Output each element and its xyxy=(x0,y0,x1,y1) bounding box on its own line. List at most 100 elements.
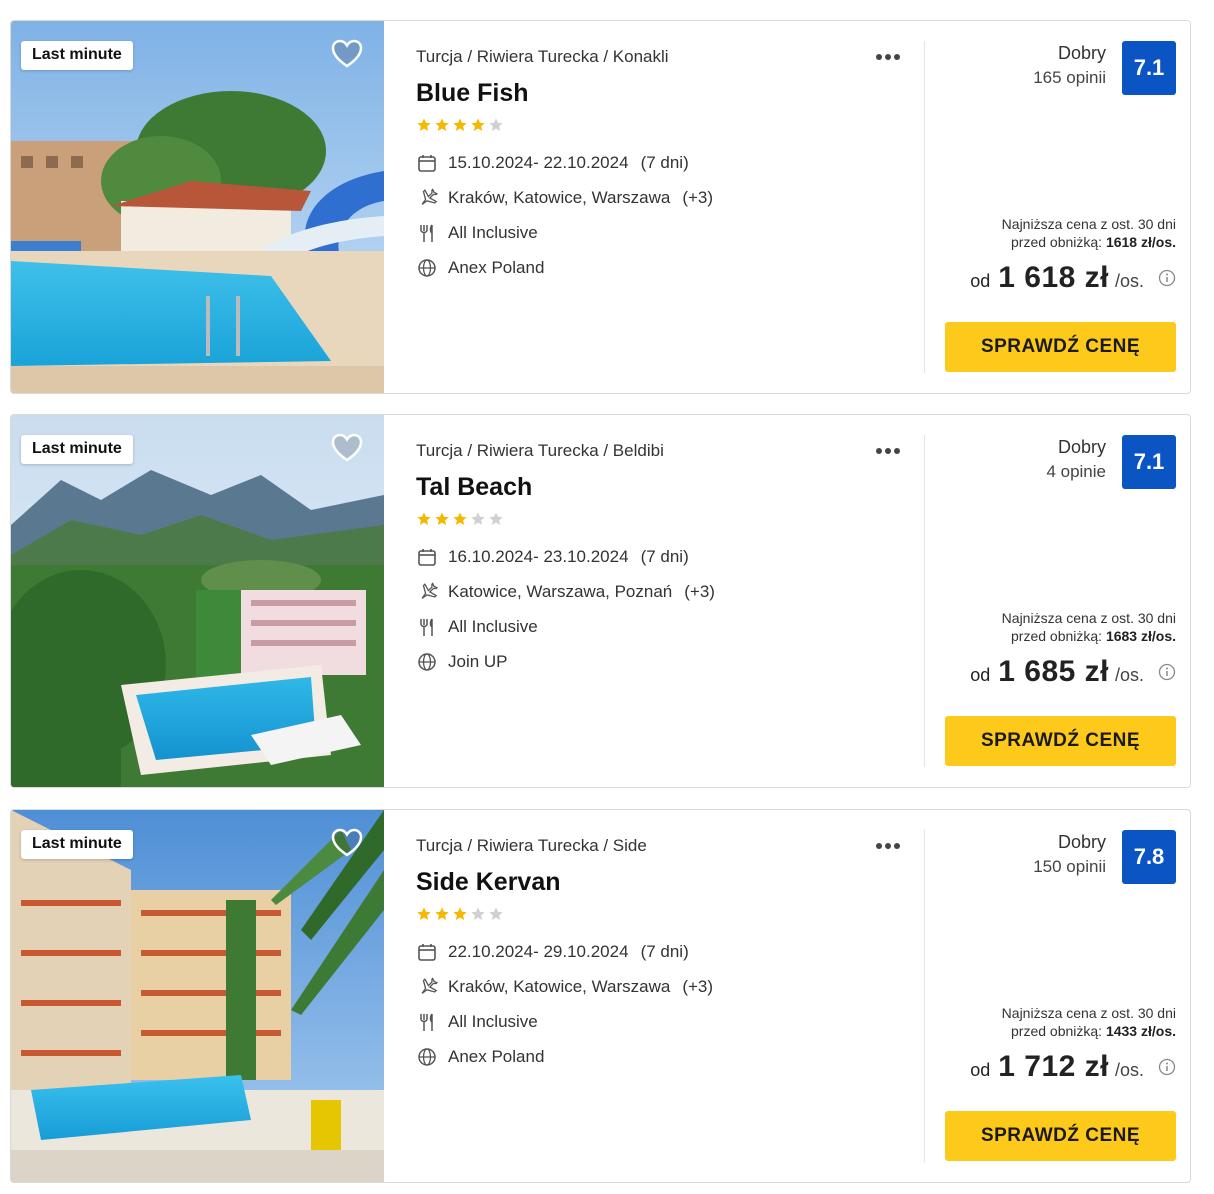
price-panel: Dobry 4 opinie 7.1 Najniższa cena z ost.… xyxy=(941,415,1176,787)
check-price-button[interactable]: SPRAWDŹ CENĘ xyxy=(945,322,1176,372)
rating-label: Dobry xyxy=(1057,43,1106,63)
star-icon xyxy=(453,512,467,525)
operator-row: Anex Poland xyxy=(416,1045,544,1069)
offer-card[interactable]: Last minute Turcja / Riwiera Turecka / S… xyxy=(10,809,1191,1183)
offer-info: Turcja / Riwiera Turecka / Konakli Blue … xyxy=(416,21,926,393)
departure-cities: Kraków, Katowice, Warszawa xyxy=(448,188,671,207)
lowest-price-value: 1683 zł/os. xyxy=(1105,628,1176,644)
favorite-heart-icon[interactable] xyxy=(331,433,363,463)
price-prefix: od xyxy=(970,665,991,685)
departures-row: Kraków, Katowice, Warszawa (+3) xyxy=(416,186,713,210)
location-breadcrumb[interactable]: Turcja / Riwiera Turecka / Side xyxy=(416,836,647,856)
hotel-photo[interactable]: Last minute xyxy=(11,810,384,1182)
hotel-stars xyxy=(416,906,506,922)
calendar-icon xyxy=(418,155,436,172)
star-icon xyxy=(489,512,503,525)
info-icon[interactable] xyxy=(1158,663,1176,681)
calendar-icon xyxy=(418,549,436,566)
more-options-icon[interactable] xyxy=(876,441,908,461)
lowest-price-prefix: przed obniżką: xyxy=(1011,1023,1103,1039)
info-icon[interactable] xyxy=(1158,1058,1176,1076)
operator-row: Anex Poland xyxy=(416,256,544,280)
lowest-price-note: Najniższa cena z ost. 30 dni przed obniż… xyxy=(1002,609,1176,645)
offer-card[interactable]: Last minute Turcja / Riwiera Turecka / B… xyxy=(10,414,1191,788)
more-departures[interactable]: (+3) xyxy=(684,582,715,602)
reviews-count[interactable]: 150 opinii xyxy=(1033,857,1106,877)
star-icon xyxy=(471,118,485,131)
price-prefix: od xyxy=(970,1060,991,1080)
star-icon xyxy=(489,907,503,920)
star-icon xyxy=(435,907,449,920)
more-departures[interactable]: (+3) xyxy=(682,188,713,208)
last-minute-badge: Last minute xyxy=(21,41,133,70)
more-options-icon[interactable] xyxy=(876,47,908,67)
price-amount: 1 685 zł xyxy=(998,655,1109,688)
hotel-name[interactable]: Tal Beach xyxy=(416,473,532,502)
lowest-price-value: 1433 zł/os. xyxy=(1105,1023,1176,1039)
price-prefix: od xyxy=(970,271,991,291)
offer-card[interactable]: Last minute Turcja / Riwiera Turecka / K… xyxy=(10,20,1191,394)
divider xyxy=(924,435,925,767)
hotel-name[interactable]: Blue Fish xyxy=(416,79,529,108)
price-amount: 1 712 zł xyxy=(998,1050,1109,1083)
last-minute-badge: Last minute xyxy=(21,435,133,464)
hotel-stars xyxy=(416,117,506,133)
last-minute-badge: Last minute xyxy=(21,830,133,859)
hotel-stars xyxy=(416,511,506,527)
hotel-photo[interactable]: Last minute xyxy=(11,415,384,787)
info-icon[interactable] xyxy=(1158,269,1176,287)
departure-cities: Kraków, Katowice, Warszawa xyxy=(448,977,671,996)
star-icon xyxy=(453,118,467,131)
board-row: All Inclusive xyxy=(416,221,538,245)
star-icon xyxy=(471,512,485,525)
dates-row: 15.10.2024- 22.10.2024 (7 dni) xyxy=(416,151,689,175)
board-row: All Inclusive xyxy=(416,1010,538,1034)
travel-dates: 16.10.2024- 23.10.2024 xyxy=(448,547,629,566)
dates-row: 22.10.2024- 29.10.2024 (7 dni) xyxy=(416,940,689,964)
reviews-count[interactable]: 165 opinii xyxy=(1033,68,1106,88)
reviews-count[interactable]: 4 opinie xyxy=(1046,462,1106,482)
departures-row: Kraków, Katowice, Warszawa (+3) xyxy=(416,975,713,999)
travel-dates: 22.10.2024- 29.10.2024 xyxy=(448,942,629,961)
favorite-heart-icon[interactable] xyxy=(331,828,363,858)
calendar-icon xyxy=(418,944,436,961)
rating-label: Dobry xyxy=(1057,832,1106,852)
plane-icon xyxy=(421,582,438,599)
trip-duration: (7 dni) xyxy=(640,153,689,172)
plane-icon xyxy=(421,188,438,205)
rating-score-badge: 7.8 xyxy=(1122,830,1176,884)
offer-info: Turcja / Riwiera Turecka / Side Side Ker… xyxy=(416,810,926,1182)
check-price-button[interactable]: SPRAWDŹ CENĘ xyxy=(945,1111,1176,1161)
check-price-button[interactable]: SPRAWDŹ CENĘ xyxy=(945,716,1176,766)
globe-icon xyxy=(418,653,436,671)
cutlery-icon xyxy=(420,1013,433,1031)
lowest-price-value: 1618 zł/os. xyxy=(1105,234,1176,250)
lowest-price-prefix: przed obniżką: xyxy=(1011,234,1103,250)
hotel-name[interactable]: Side Kervan xyxy=(416,868,561,897)
more-departures[interactable]: (+3) xyxy=(682,977,713,997)
rating-score-badge: 7.1 xyxy=(1122,435,1176,489)
rating-label: Dobry xyxy=(1057,437,1106,457)
departure-cities: Katowice, Warszawa, Poznań xyxy=(448,582,673,601)
star-icon xyxy=(417,907,431,920)
divider xyxy=(924,41,925,373)
price-row: od 1 685 zł /os. xyxy=(970,655,1176,689)
hotel-photo[interactable]: Last minute xyxy=(11,21,384,393)
favorite-heart-icon[interactable] xyxy=(331,39,363,69)
offer-info: Turcja / Riwiera Turecka / Beldibi Tal B… xyxy=(416,415,926,787)
more-options-icon[interactable] xyxy=(876,836,908,856)
dates-row: 16.10.2024- 23.10.2024 (7 dni) xyxy=(416,545,689,569)
star-icon xyxy=(471,907,485,920)
star-icon xyxy=(453,907,467,920)
tour-operator: Anex Poland xyxy=(448,258,545,277)
star-icon xyxy=(417,118,431,131)
price-row: od 1 712 zł /os. xyxy=(970,1050,1176,1084)
star-icon xyxy=(435,118,449,131)
globe-icon xyxy=(418,259,436,277)
location-breadcrumb[interactable]: Turcja / Riwiera Turecka / Konakli xyxy=(416,47,669,67)
location-breadcrumb[interactable]: Turcja / Riwiera Turecka / Beldibi xyxy=(416,441,664,461)
lowest-price-note: Najniższa cena z ost. 30 dni przed obniż… xyxy=(1002,215,1176,251)
board-type: All Inclusive xyxy=(448,617,538,636)
operator-row: Join UP xyxy=(416,650,508,674)
star-icon xyxy=(435,512,449,525)
